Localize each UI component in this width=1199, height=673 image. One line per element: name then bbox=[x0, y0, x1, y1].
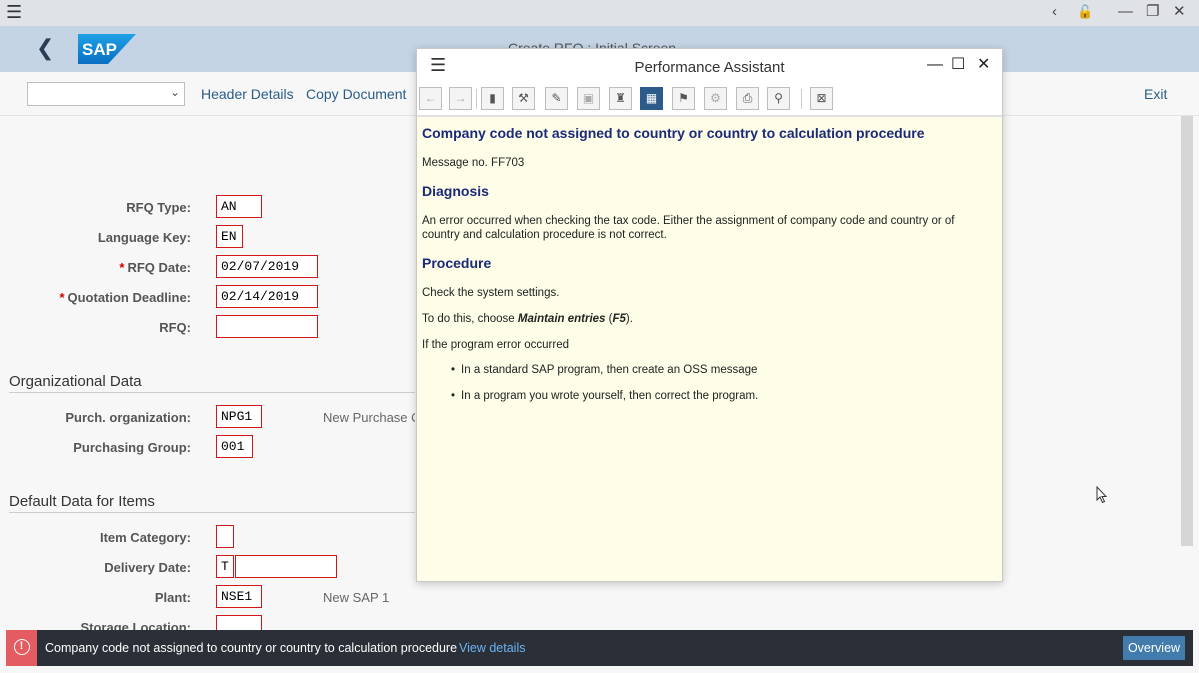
rfq-date-input[interactable]: 02/07/2019 bbox=[216, 255, 318, 278]
print-icon[interactable]: ⎙ bbox=[736, 87, 759, 110]
dialog-title: Performance Assistant bbox=[634, 59, 785, 76]
message-number: Message no. FF703 bbox=[422, 157, 525, 169]
separator bbox=[801, 89, 802, 109]
quotation-deadline-label: * Quotation Deadline: bbox=[59, 290, 191, 305]
delivery-date-type-input[interactable]: T bbox=[216, 555, 234, 578]
status-message: Company code not assigned to country or … bbox=[45, 641, 458, 655]
procedure-heading: Procedure bbox=[422, 255, 492, 271]
section-divider bbox=[9, 512, 415, 513]
copy-document-button[interactable]: Copy Document bbox=[306, 86, 406, 102]
rfq-date-label-text: RFQ Date: bbox=[127, 260, 191, 275]
arrow-right-icon[interactable]: → bbox=[449, 87, 472, 110]
edit-icon[interactable]: ✎ bbox=[545, 87, 568, 110]
search-more-icon[interactable]: ⚲ bbox=[767, 87, 790, 110]
arrow-left-icon[interactable]: ← bbox=[419, 87, 442, 110]
purchasing-group-label: Purchasing Group: bbox=[73, 440, 191, 455]
language-key-label: Language Key: bbox=[97, 230, 191, 245]
section-divider bbox=[9, 392, 415, 393]
purch-org-description: New Purchase Org bbox=[323, 410, 415, 425]
procedure-do-prefix: To do this, choose bbox=[422, 313, 518, 325]
list-item: In a standard SAP program, then create a… bbox=[451, 364, 757, 376]
back-nav-icon[interactable]: ‹ bbox=[1052, 3, 1057, 21]
paren-close: ). bbox=[625, 313, 633, 325]
default-data-heading: Default Data for Items bbox=[9, 493, 155, 510]
back-icon[interactable]: ❮ bbox=[36, 36, 54, 60]
rfq-input[interactable] bbox=[216, 315, 318, 338]
language-key-input[interactable]: EN bbox=[216, 225, 243, 248]
chevron-down-icon: ⌄ bbox=[169, 85, 180, 99]
delivery-date-label: Delivery Date: bbox=[104, 560, 191, 575]
help-book-icon[interactable]: ▮ bbox=[481, 87, 504, 110]
purch-org-input[interactable]: NPG1 bbox=[216, 405, 262, 428]
error-icon: ! bbox=[6, 630, 37, 666]
lock-icon[interactable]: 🔓 bbox=[1077, 3, 1093, 21]
quotation-deadline-label-text: Quotation Deadline: bbox=[67, 290, 192, 305]
performance-assistant-dialog: ☰ Performance Assistant — ☐ ✕ ← → ▮ ⚒ ✎ … bbox=[416, 48, 1003, 582]
view-details-link[interactable]: View details bbox=[459, 641, 525, 655]
item-category-label: Item Category: bbox=[99, 530, 191, 545]
svg-text:SAP: SAP bbox=[82, 40, 117, 59]
maintain-entries-link[interactable]: Maintain entries bbox=[518, 313, 606, 325]
mouse-cursor-icon bbox=[1096, 486, 1108, 504]
wrench-icon[interactable]: ⚒ bbox=[512, 87, 535, 110]
vertical-scrollbar[interactable] bbox=[1181, 116, 1193, 546]
status-bar: ! Company code not assigned to country o… bbox=[6, 630, 1193, 666]
overview-button[interactable]: Overview bbox=[1123, 636, 1185, 660]
header-details-button[interactable]: Header Details bbox=[201, 86, 294, 102]
required-marker: * bbox=[119, 260, 125, 275]
settings-icon[interactable]: ⚙ bbox=[704, 87, 727, 110]
diagnosis-text: An error occurred when checking the tax … bbox=[422, 215, 955, 241]
close-icon[interactable]: ✕ bbox=[1173, 3, 1186, 21]
dialog-header: ☰ Performance Assistant — ☐ ✕ bbox=[417, 49, 1002, 81]
required-marker: * bbox=[59, 290, 65, 305]
maximize-icon[interactable]: ☐ bbox=[951, 56, 965, 74]
delivery-date-input[interactable] bbox=[235, 555, 337, 578]
menu-icon[interactable]: ☰ bbox=[6, 3, 22, 21]
help-heading: Company code not assigned to country or … bbox=[422, 125, 925, 141]
restore-icon[interactable]: ❐ bbox=[1146, 3, 1159, 21]
close-window-icon[interactable]: ⊠ bbox=[810, 87, 833, 110]
plant-input[interactable]: NSE1 bbox=[216, 585, 262, 608]
paren-open: ( bbox=[605, 313, 613, 325]
rfq-type-label: RFQ Type: bbox=[126, 200, 191, 215]
window-title-bar: ☰ ‹ 🔓 — ❐ ✕ bbox=[0, 0, 1199, 26]
close-icon[interactable]: ✕ bbox=[977, 56, 990, 74]
rfq-label: RFQ: bbox=[159, 320, 191, 335]
technical-info-icon[interactable]: ♜ bbox=[609, 87, 632, 110]
f5-key: F5 bbox=[612, 313, 626, 325]
exit-button[interactable]: Exit bbox=[1144, 86, 1167, 102]
sap-logo: SAP bbox=[78, 34, 136, 64]
rfq-type-input[interactable]: AN bbox=[216, 195, 262, 218]
navigate-icon[interactable]: ▣ bbox=[577, 87, 600, 110]
flag-icon[interactable]: ⚑ bbox=[672, 87, 695, 110]
procedure-if-text: If the program error occurred bbox=[422, 339, 570, 351]
purchasing-group-input[interactable]: 001 bbox=[216, 435, 253, 458]
diagnosis-heading: Diagnosis bbox=[422, 183, 489, 199]
minimize-icon[interactable]: — bbox=[1118, 3, 1133, 21]
procedure-check-text: Check the system settings. bbox=[422, 287, 560, 299]
plant-label: Plant: bbox=[154, 590, 191, 605]
calendar-icon[interactable]: ▦ bbox=[640, 87, 663, 110]
minimize-icon[interactable]: — bbox=[927, 56, 943, 74]
purch-org-label: Purch. organization: bbox=[65, 410, 191, 425]
quotation-deadline-input[interactable]: 02/14/2019 bbox=[216, 285, 318, 308]
item-category-input[interactable] bbox=[216, 525, 234, 548]
plant-description: New SAP 1 bbox=[323, 590, 390, 605]
command-dropdown[interactable]: ⌄ bbox=[27, 82, 185, 106]
list-item: In a program you wrote yourself, then co… bbox=[451, 390, 758, 402]
rfq-date-label: * RFQ Date: bbox=[119, 260, 191, 275]
dialog-toolbar: ← → ▮ ⚒ ✎ ▣ ♜ ▦ ⚑ ⚙ ⎙ ⚲ ⊠ bbox=[417, 81, 1002, 117]
organizational-data-heading: Organizational Data bbox=[9, 373, 142, 390]
separator bbox=[476, 89, 477, 109]
procedure-do-text: To do this, choose Maintain entries (F5)… bbox=[422, 312, 992, 326]
